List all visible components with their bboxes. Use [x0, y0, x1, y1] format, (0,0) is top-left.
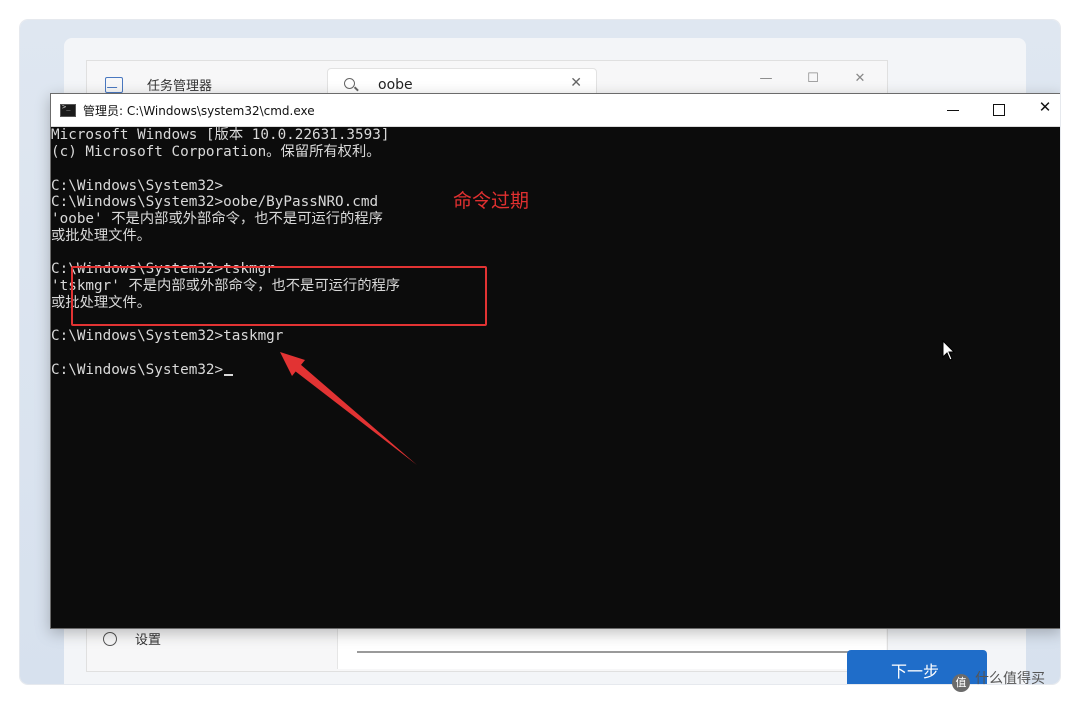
settings-nav-item[interactable]: 设置 — [103, 629, 161, 648]
tm-minimize-button[interactable]: — — [751, 71, 781, 86]
text-cursor — [224, 374, 234, 376]
console-line: C:\Windows\System32>taskmgr — [51, 328, 284, 344]
console-line: C:\Windows\System32>oobe/ByPassNRO.cmd — [51, 194, 379, 210]
minimize-button[interactable] — [933, 98, 973, 122]
settings-label: 设置 — [135, 633, 162, 648]
error-highlight-box — [71, 266, 487, 326]
console-line: Microsoft Windows [版本 10.0.22631.3593] — [51, 127, 390, 143]
horizontal-scrollbar[interactable] — [357, 651, 857, 653]
watermark-text: 什么值得买 — [975, 671, 1045, 687]
cmd-window: 管理员: C:\Windows\system32\cmd.exe ✕ Micro… — [50, 93, 1060, 629]
watermark-badge: 值 — [952, 674, 970, 692]
tm-close-button[interactable]: ✕ — [845, 71, 875, 86]
cmd-title: 管理员: C:\Windows\system32\cmd.exe — [83, 104, 315, 118]
search-input[interactable] — [376, 76, 560, 94]
mouse-pointer-icon — [942, 340, 956, 361]
desktop-background: 任务管理器 ✕ — ☐ ✕ 设置 下一步 管理员: C:\Windows\sys… — [20, 20, 1060, 684]
cmd-app-icon — [60, 103, 76, 117]
tm-maximize-button[interactable]: ☐ — [798, 71, 828, 86]
console-line: C:\Windows\System32> — [51, 178, 224, 194]
task-manager-title: 任务管理器 — [147, 79, 213, 94]
annotation-label: 命令过期 — [453, 190, 530, 212]
console-line: (c) Microsoft Corporation。保留所有权利。 — [51, 144, 381, 160]
console-line: 或批处理文件。 — [51, 228, 152, 244]
close-button[interactable]: ✕ — [1025, 98, 1060, 122]
clear-search-icon[interactable]: ✕ — [570, 75, 582, 91]
gear-icon — [103, 632, 117, 646]
cmd-console-output[interactable]: Microsoft Windows [版本 10.0.22631.3593] (… — [51, 127, 1060, 627]
search-icon — [344, 78, 355, 89]
console-line: 'oobe' 不是内部或外部命令，也不是可运行的程序 — [51, 211, 383, 227]
taskmgr-app-icon — [105, 77, 123, 93]
maximize-button[interactable] — [979, 98, 1019, 122]
console-prompt-line: C:\Windows\System32> — [51, 362, 234, 379]
watermark: 值什么值得买 — [952, 668, 1045, 692]
console-prompt: C:\Windows\System32> — [51, 362, 224, 378]
cmd-titlebar: 管理员: C:\Windows\system32\cmd.exe ✕ — [51, 94, 1060, 127]
